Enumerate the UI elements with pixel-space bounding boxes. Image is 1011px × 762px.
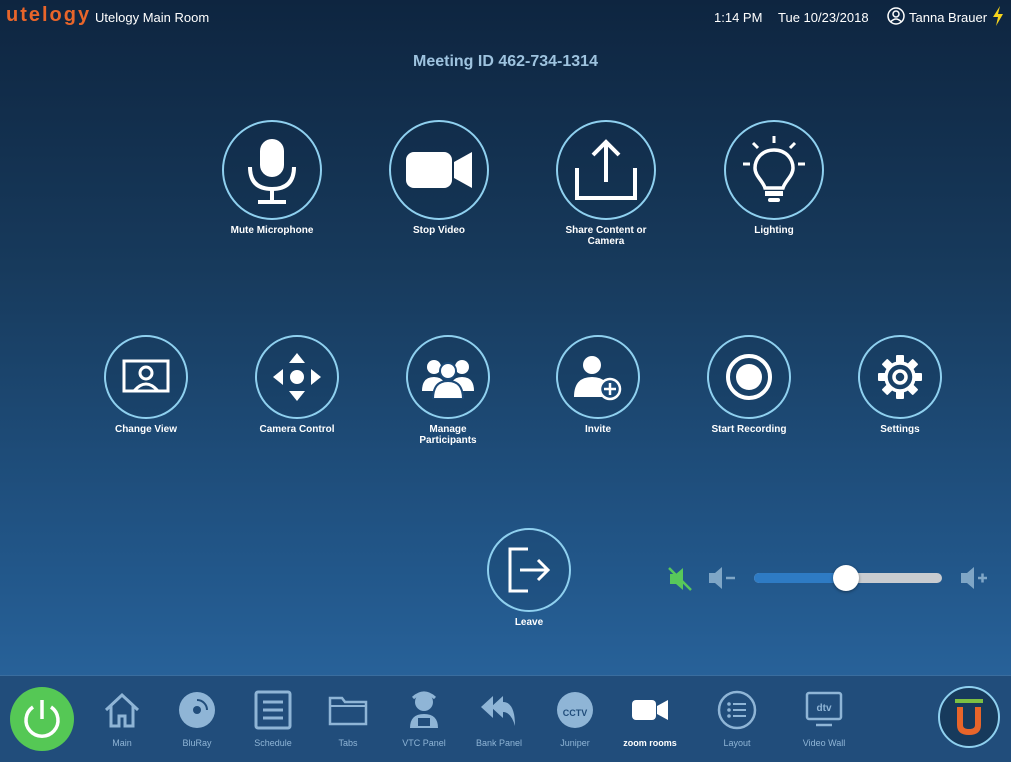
volume-up-icon[interactable] (959, 565, 989, 591)
clock-date: Tue 10/23/2018 (778, 10, 869, 25)
top-bar: utelogy Utelogy Main Room 1:14 PM Tue 10… (0, 0, 1011, 34)
lightbulb-icon (743, 136, 805, 202)
power-icon (24, 700, 60, 738)
gear-icon (878, 355, 922, 399)
share-content-button[interactable] (556, 120, 656, 220)
settings-button[interactable] (858, 335, 942, 419)
lighting-label: Lighting (754, 225, 794, 236)
manage-participants-label: Manage Participants (419, 424, 477, 446)
change-view-button[interactable] (104, 335, 188, 419)
disc-icon (179, 692, 215, 728)
operator-icon (410, 691, 438, 728)
people-icon (422, 360, 474, 399)
video-camera-icon (632, 700, 668, 720)
nav-item-vtc-panel[interactable]: VTC Panel (386, 690, 462, 748)
mute-microphone-label: Mute Microphone (230, 225, 314, 236)
upload-icon (575, 139, 637, 200)
nav-item-bluray[interactable]: BluRay (159, 690, 235, 748)
utelogy-logo: utelogy (6, 4, 92, 26)
camera-control-button[interactable] (255, 335, 339, 419)
invite-button[interactable] (556, 335, 640, 419)
nav-item-bank-panel[interactable]: Bank Panel (461, 690, 537, 748)
meeting-id: Meeting ID 462-734-1314 (413, 53, 598, 70)
list-icon (717, 690, 757, 730)
nav-item-tabs[interactable]: Tabs (310, 690, 386, 748)
nav-item-main[interactable]: Main (84, 690, 160, 748)
nav-item-video-wall[interactable]: dtv Video Wall (786, 690, 862, 748)
video-camera-icon (406, 152, 472, 188)
user-name[interactable]: Tanna Brauer (909, 10, 987, 25)
svg-text:dtv: dtv (817, 703, 832, 714)
start-recording-label: Start Recording (711, 424, 787, 435)
room-name: Utelogy Main Room (95, 10, 210, 25)
add-person-icon (574, 356, 622, 401)
stop-video-button[interactable] (389, 120, 489, 220)
manage-participants-button[interactable] (406, 335, 490, 419)
record-icon (726, 354, 772, 400)
volume-slider[interactable] (754, 565, 942, 591)
clock-time: 1:14 PM (714, 10, 763, 25)
leave-label: Leave (514, 617, 544, 628)
camera-control-label: Camera Control (259, 424, 335, 435)
utelogy-u-logo[interactable] (938, 686, 1000, 748)
nav-item-zoom-rooms[interactable]: zoom rooms (612, 690, 688, 748)
home-icon (104, 692, 140, 728)
nav-item-layout[interactable]: Layout (699, 690, 775, 748)
mute-microphone-button[interactable] (222, 120, 322, 220)
nav-item-schedule[interactable]: Schedule (235, 690, 311, 748)
share-content-label: Share Content or Camera (565, 225, 647, 247)
exit-icon (508, 547, 551, 593)
lightning-bolt-icon[interactable] (991, 6, 1005, 26)
user-icon[interactable] (887, 7, 905, 25)
tv-icon: dtv (805, 691, 843, 727)
start-recording-button[interactable] (707, 335, 791, 419)
power-button[interactable] (10, 687, 74, 751)
settings-label: Settings (880, 424, 920, 435)
svg-text:CCTV: CCTV (563, 708, 588, 718)
stop-video-label: Stop Video (412, 225, 466, 236)
microphone-icon (248, 139, 296, 204)
bottom-nav-bar: Main BluRay Schedule Tabs VTC Panel Bank… (0, 675, 1011, 762)
volume-slider-knob[interactable] (833, 565, 860, 591)
cctv-icon: CCTV (557, 692, 593, 728)
change-view-label: Change View (114, 424, 178, 435)
leave-button[interactable] (487, 528, 571, 612)
folder-icon (328, 696, 368, 726)
invite-label: Invite (584, 424, 612, 435)
directional-pad-icon (273, 353, 321, 401)
volume-down-icon[interactable] (707, 565, 737, 591)
schedule-list-icon (254, 690, 292, 730)
presenter-view-icon (122, 359, 170, 393)
utelogy-u-icon (955, 699, 983, 735)
reply-all-icon (481, 696, 515, 726)
nav-item-juniper[interactable]: CCTV Juniper (537, 690, 613, 748)
lighting-button[interactable] (724, 120, 824, 220)
mute-icon[interactable] (666, 565, 694, 593)
